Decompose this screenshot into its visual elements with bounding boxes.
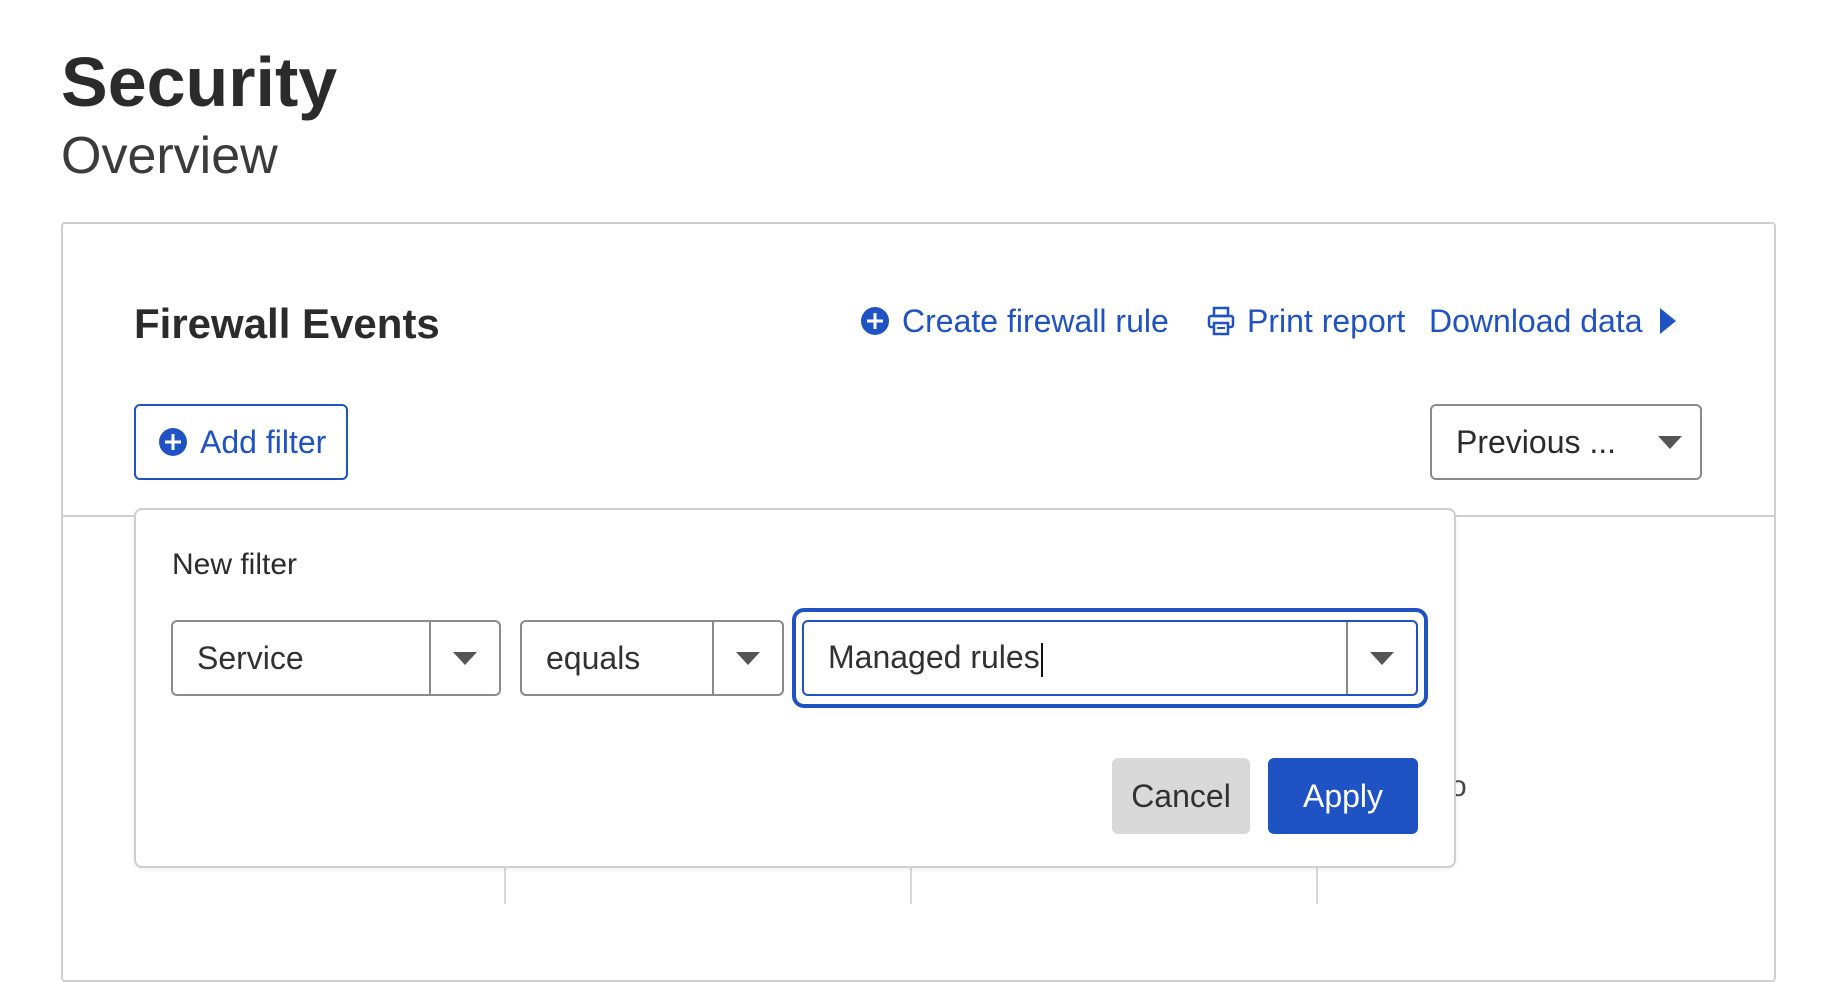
download-data-link[interactable]: Download data	[1429, 298, 1677, 344]
print-report-link[interactable]: Print report	[1207, 298, 1405, 344]
time-range-select[interactable]: Previous ...	[1430, 404, 1702, 480]
apply-button[interactable]: Apply	[1268, 758, 1418, 834]
add-filter-button[interactable]: Add filter	[134, 404, 348, 480]
chevron-down-icon	[453, 651, 477, 665]
popover-title: New filter	[172, 548, 298, 581]
filter-value-input[interactable]: Managed rules	[804, 639, 1346, 677]
print-report-label: Print report	[1247, 302, 1406, 339]
page-subtitle: Overview	[61, 127, 278, 185]
filter-value-dropdown-toggle[interactable]	[1346, 622, 1416, 694]
filter-operator-dropdown-toggle[interactable]	[712, 622, 782, 694]
filter-operator-value: equals	[546, 639, 641, 676]
add-filter-label: Add filter	[200, 423, 327, 460]
plus-circle-icon	[860, 306, 890, 336]
text-cursor	[1040, 642, 1043, 677]
filter-value-combobox[interactable]: Managed rules	[802, 620, 1418, 696]
filter-value-text: Managed rules	[828, 639, 1040, 676]
chevron-down-icon	[1658, 436, 1682, 449]
caret-right-icon	[1660, 308, 1677, 334]
cancel-button[interactable]: Cancel	[1112, 758, 1250, 834]
filter-field-value: Service	[197, 639, 304, 676]
printer-icon	[1207, 306, 1235, 336]
chevron-down-icon	[1370, 651, 1394, 665]
chevron-down-icon	[736, 651, 760, 665]
time-range-value: Previous ...	[1456, 423, 1617, 460]
create-firewall-rule-label: Create firewall rule	[902, 302, 1169, 339]
plus-circle-icon	[158, 427, 188, 457]
page-title: Security	[61, 43, 338, 121]
filter-field-dropdown-toggle[interactable]	[429, 622, 499, 694]
filter-operator-select[interactable]: equals	[520, 620, 784, 696]
card-title: Firewall Events	[134, 300, 440, 347]
create-firewall-rule-link[interactable]: Create firewall rule	[860, 298, 1169, 344]
download-data-label: Download data	[1429, 302, 1643, 339]
filter-field-select[interactable]: Service	[171, 620, 501, 696]
